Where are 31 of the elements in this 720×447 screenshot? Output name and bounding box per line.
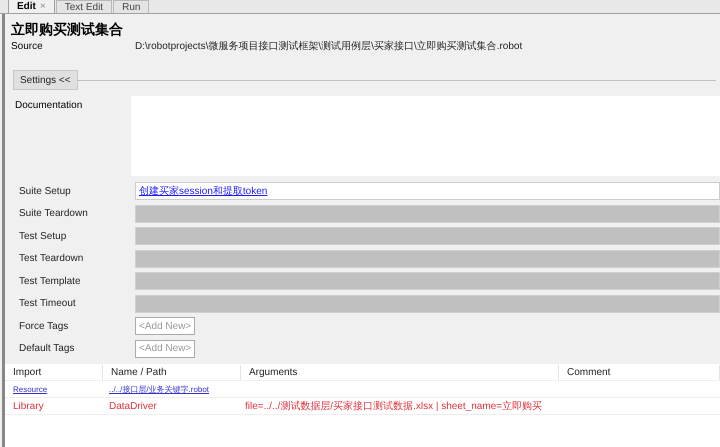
setting-field[interactable]: [135, 227, 720, 246]
tab[interactable]: Run: [113, 0, 150, 13]
setting-field[interactable]: [135, 204, 720, 223]
setting-label: Test Teardown: [19, 252, 84, 266]
settings-toggle-button[interactable]: Settings <<: [13, 70, 78, 90]
suite-setup-field[interactable]: 创建买家session和提取token: [135, 182, 720, 200]
source-path: D:\robotprojects\微服务项目接口测试框架\测试用例层\买家接口\立即购买测试集合.robot: [135, 40, 522, 54]
setting-field[interactable]: [135, 250, 720, 268]
suite-title: 立即购买测试集合: [11, 20, 124, 38]
import-arguments: file=../../测试数据层/买家接口测试数据.xlsx | sheet_name=立即购买: [245, 400, 542, 412]
import-path[interactable]: ../../接口层/业务关键字.robot: [109, 384, 210, 394]
setting-field[interactable]: [135, 294, 720, 313]
setting-label: Suite Teardown: [19, 207, 89, 222]
setting-label: Test Setup: [19, 230, 68, 244]
setting-label: Force Tags: [19, 320, 70, 334]
setting-label: Test Template: [19, 274, 82, 289]
tab[interactable]: Text Edit: [56, 0, 112, 13]
column-header: Import: [5, 364, 103, 380]
column-header: Arguments: [241, 364, 559, 380]
column-header: Name / Path: [103, 364, 241, 380]
import-type: Resource: [13, 384, 48, 394]
setting-label: Default Tags: [19, 342, 76, 356]
tab[interactable]: Edit ×: [8, 0, 55, 13]
setting-label: Test Timeout: [19, 297, 77, 312]
setting-label: Suite Setup: [19, 184, 72, 199]
setting-field[interactable]: [135, 272, 720, 290]
import-type: Library: [13, 400, 44, 412]
source-label: Source: [11, 40, 44, 54]
import-path: DataDriver: [109, 400, 157, 412]
documentation-label: Documentation: [15, 99, 84, 113]
column-header: Comment: [559, 364, 720, 380]
